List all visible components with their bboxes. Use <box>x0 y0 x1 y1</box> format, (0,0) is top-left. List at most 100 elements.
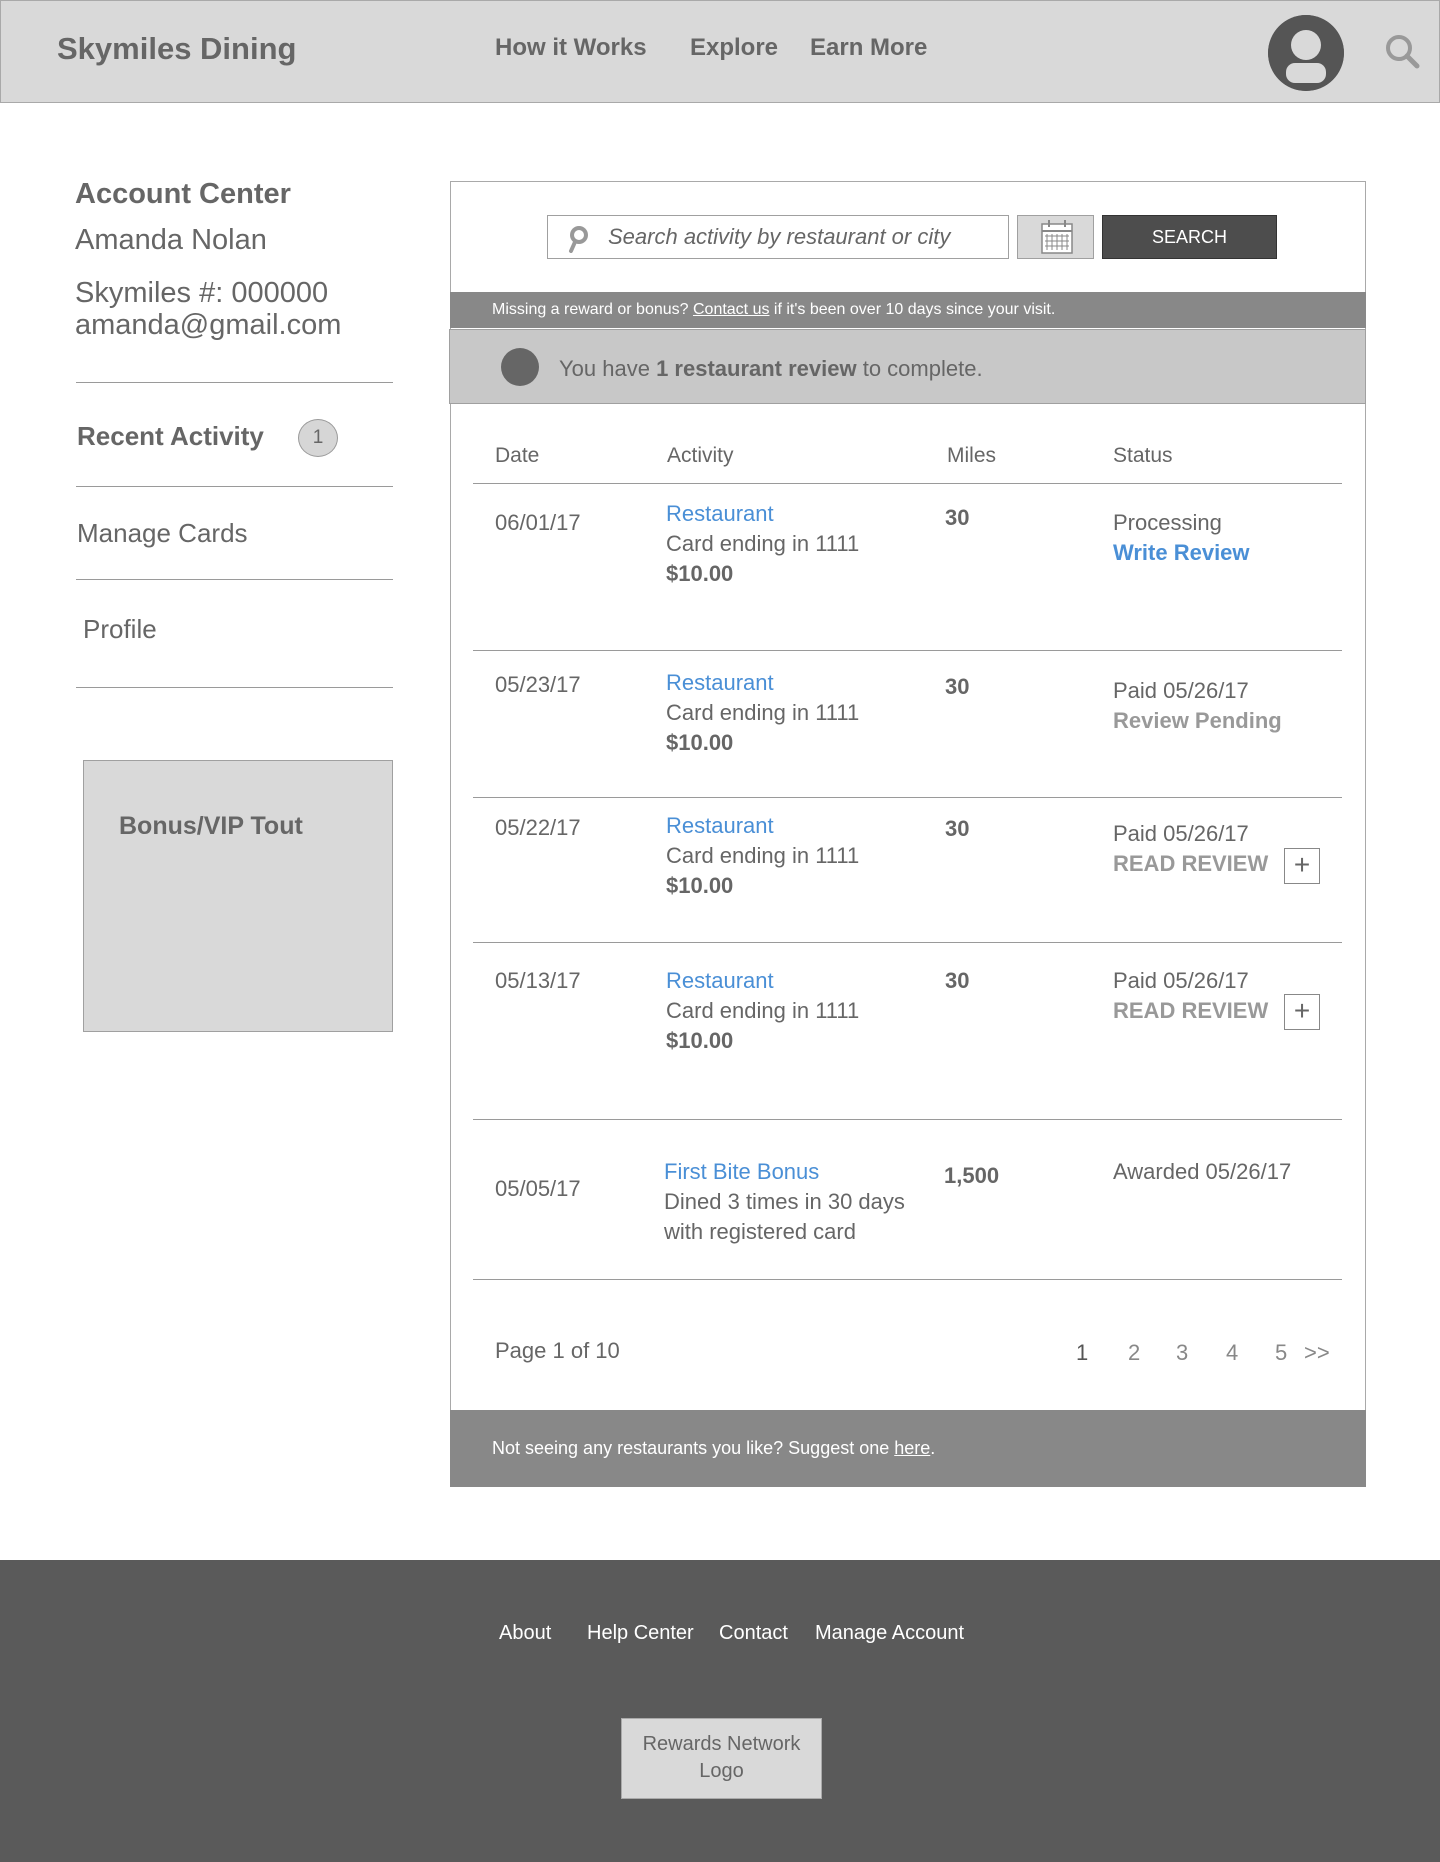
notice-text: Missing a reward or bonus? Contact us if… <box>492 301 1056 318</box>
status-text: Paid 05/26/17 <box>1113 968 1249 993</box>
row-status: Paid 05/26/17 Review Pending <box>1113 676 1282 736</box>
page-footer: About Help Center Contact Manage Account… <box>0 1560 1440 1862</box>
status-text: Processing <box>1113 510 1222 535</box>
read-review-link[interactable]: READ REVIEW <box>1113 849 1268 879</box>
rewards-network-logo: Rewards Network Logo <box>621 1718 822 1799</box>
row-miles: 30 <box>945 816 970 841</box>
search-input[interactable] <box>608 216 998 258</box>
page-4-link[interactable]: 4 <box>1226 1340 1238 1366</box>
search-pin-icon <box>564 223 594 253</box>
bonus-vip-tout[interactable]: Bonus/VIP Tout <box>83 760 393 1032</box>
row-activity: Restaurant Card ending in 1111 $10.00 <box>666 499 859 589</box>
row-miles: 30 <box>945 505 970 530</box>
row-activity: Restaurant Card ending in 1111 $10.00 <box>666 966 859 1056</box>
sidebar-divider <box>76 382 393 383</box>
status-text: Paid 05/26/17 <box>1113 678 1249 703</box>
table-row-divider <box>473 942 1342 943</box>
search-field[interactable] <box>547 215 1009 259</box>
column-header-date: Date <box>495 444 540 467</box>
sidebar-divider <box>76 486 393 487</box>
row-activity: Restaurant Card ending in 1111 $10.00 <box>666 811 859 901</box>
account-center-title: Account Center <box>75 178 291 210</box>
tout-label: Bonus/VIP Tout <box>119 812 303 840</box>
table-header-divider <box>473 483 1342 484</box>
activity-amount: $10.00 <box>666 1028 734 1053</box>
activity-restaurant-link[interactable]: Restaurant <box>666 966 859 996</box>
review-indicator-icon <box>501 348 539 386</box>
top-header: Skymiles Dining How it Works Explore Ear… <box>0 0 1440 103</box>
row-status: Paid 05/26/17 READ REVIEW <box>1113 966 1268 1026</box>
search-button[interactable]: SEARCH <box>1102 215 1277 259</box>
page-5-link[interactable]: 5 <box>1275 1340 1287 1366</box>
table-row-divider <box>473 1279 1342 1280</box>
activity-amount: $10.00 <box>666 873 734 898</box>
footer-link-manage-account[interactable]: Manage Account <box>815 1622 964 1645</box>
expand-review-button[interactable]: + <box>1284 848 1320 884</box>
calendar-icon[interactable] <box>1017 215 1094 259</box>
activity-restaurant-link[interactable]: Restaurant <box>666 811 859 841</box>
account-email: amanda@gmail.com <box>75 309 342 341</box>
row-activity: Restaurant Card ending in 1111 $10.00 <box>666 668 859 758</box>
page-2-link[interactable]: 2 <box>1128 1340 1140 1366</box>
brand-logo-text[interactable]: Skymiles Dining <box>57 31 296 67</box>
activity-amount: $10.00 <box>666 561 734 586</box>
nav-how-it-works[interactable]: How it Works <box>495 34 647 62</box>
activity-amount: $10.00 <box>666 730 734 755</box>
sidebar-divider <box>76 579 393 580</box>
missing-reward-notice: Missing a reward or bonus? Contact us if… <box>450 292 1366 328</box>
column-header-status: Status <box>1113 444 1173 467</box>
row-status: Processing Write Review <box>1113 508 1250 568</box>
suggest-restaurant-bar: Not seeing any restaurants you like? Sug… <box>450 1410 1366 1487</box>
activity-card-detail: Card ending in 1111 <box>666 998 860 1023</box>
status-text: Paid 05/26/17 <box>1113 821 1249 846</box>
row-date: 06/01/17 <box>495 510 581 535</box>
read-review-link[interactable]: READ REVIEW <box>1113 996 1268 1026</box>
activity-bonus-detail: Dined 3 times in 30 days <box>664 1189 905 1214</box>
suggest-text: Not seeing any restaurants you like? Sug… <box>492 1438 936 1458</box>
next-pages-link[interactable]: >> <box>1304 1340 1330 1366</box>
row-status: Paid 05/26/17 READ REVIEW <box>1113 819 1268 879</box>
write-review-link[interactable]: Write Review <box>1113 538 1250 568</box>
review-reminder-text: You have 1 restaurant review to complete… <box>559 356 983 381</box>
sidebar-item-manage-cards[interactable]: Manage Cards <box>77 518 248 549</box>
activity-card-detail: Card ending in 1111 <box>666 700 860 725</box>
row-miles: 30 <box>945 674 970 699</box>
row-activity: First Bite Bonus Dined 3 times in 30 day… <box>664 1157 905 1247</box>
review-pending-label: Review Pending <box>1113 708 1282 733</box>
row-date: 05/23/17 <box>495 672 581 697</box>
row-status: Awarded 05/26/17 <box>1113 1157 1291 1187</box>
review-reminder-banner[interactable]: You have 1 restaurant review to complete… <box>449 329 1366 404</box>
contact-us-link[interactable]: Contact us <box>693 301 769 318</box>
activity-bonus-detail-2: with registered card <box>664 1219 856 1244</box>
page-1-link[interactable]: 1 <box>1076 1340 1088 1366</box>
sidebar-divider <box>76 687 393 688</box>
activity-card-detail: Card ending in 1111 <box>666 843 860 868</box>
row-date: 05/05/17 <box>495 1176 581 1201</box>
footer-link-help-center[interactable]: Help Center <box>587 1622 694 1645</box>
activity-bonus-link[interactable]: First Bite Bonus <box>664 1157 905 1187</box>
footer-link-contact[interactable]: Contact <box>719 1622 788 1645</box>
sidebar-item-profile[interactable]: Profile <box>83 614 157 645</box>
table-row-divider <box>473 797 1342 798</box>
activity-card-detail: Card ending in 1111 <box>666 531 860 556</box>
page-3-link[interactable]: 3 <box>1176 1340 1188 1366</box>
skymiles-number: Skymiles #: 000000 <box>75 277 329 309</box>
column-header-activity: Activity <box>667 444 734 467</box>
footer-link-about[interactable]: About <box>499 1622 551 1645</box>
row-miles: 1,500 <box>944 1163 1000 1188</box>
activity-restaurant-link[interactable]: Restaurant <box>666 499 859 529</box>
activity-restaurant-link[interactable]: Restaurant <box>666 668 859 698</box>
suggest-here-link[interactable]: here <box>894 1438 930 1458</box>
table-row-divider <box>473 1119 1342 1120</box>
user-avatar-icon[interactable] <box>1268 15 1344 91</box>
status-text: Awarded 05/26/17 <box>1113 1159 1292 1184</box>
table-row-divider <box>473 650 1342 651</box>
nav-earn-more[interactable]: Earn More <box>810 34 927 62</box>
row-date: 05/13/17 <box>495 968 581 993</box>
expand-review-button[interactable]: + <box>1284 994 1320 1030</box>
row-date: 05/22/17 <box>495 815 581 840</box>
search-icon[interactable] <box>1382 31 1422 71</box>
account-name: Amanda Nolan <box>75 224 267 256</box>
nav-explore[interactable]: Explore <box>690 34 778 62</box>
sidebar-item-recent-activity[interactable]: Recent Activity <box>77 421 264 452</box>
